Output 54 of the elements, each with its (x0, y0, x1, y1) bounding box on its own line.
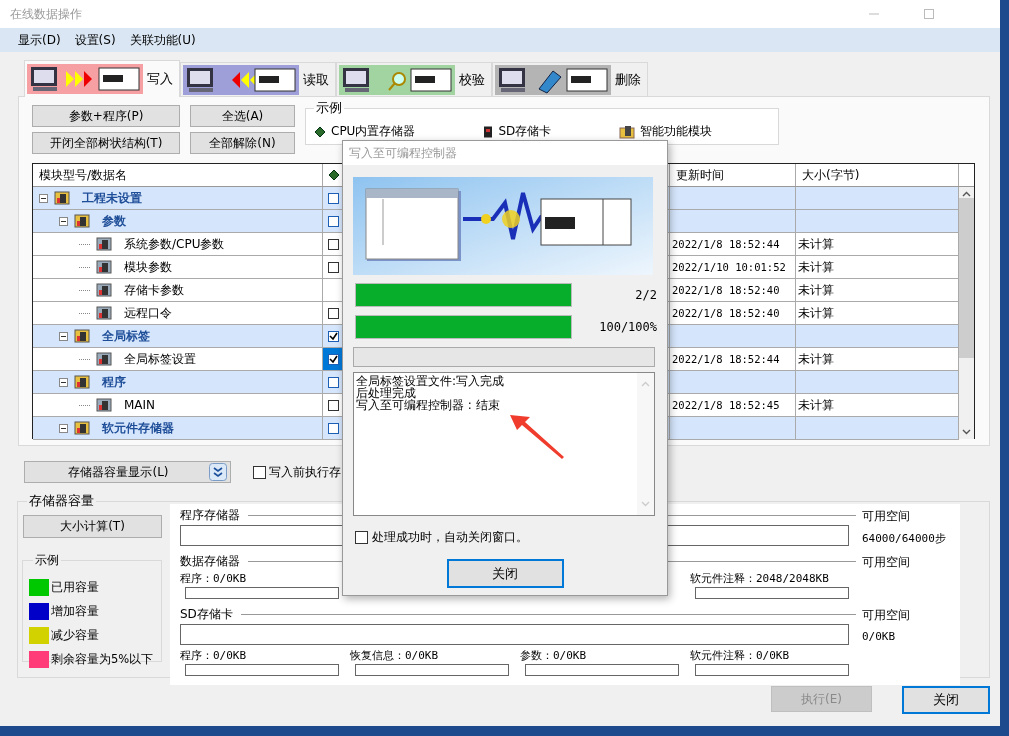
capacity-label: 参数：0/0KB (520, 649, 587, 662)
capacity-label: 恢复信息：0/0KB (350, 649, 439, 662)
capacity-label: 软元件注释：2048/2048KB (690, 572, 829, 585)
row-label: 工程未设置 (82, 189, 142, 207)
group-title: 存储器容量 (28, 492, 95, 510)
row-label: 参数 (102, 212, 126, 230)
row-label: MAIN (124, 398, 156, 412)
section-title: 数据存储器 (180, 552, 240, 570)
free-space-label: 可用空间 (862, 554, 911, 571)
free-space-label: 可用空间 (862, 607, 911, 624)
legend-label: SD存储卡 (498, 123, 552, 140)
update-time: 2022/1/8 18:52:40 (672, 307, 780, 319)
size-value: 未计算 (798, 258, 834, 276)
dialog-title: 写入至可编程控制器 (349, 144, 457, 162)
update-time: 2022/1/8 18:52:40 (672, 284, 780, 296)
log-line: 写入至可编程控制器 : 结束 (356, 399, 501, 411)
row-label: 程序 (102, 373, 126, 391)
section-title: 程序存储器 (180, 506, 240, 524)
size-value: 未计算 (798, 396, 834, 414)
row-label: 模块参数 (124, 258, 172, 276)
row-label: 全局标签设置 (124, 350, 196, 368)
log-line: 全局标签设置文件:写入完成 (356, 375, 506, 387)
capacity-label: 程序：0/0KB (180, 572, 247, 585)
legend-title: 示例 (315, 99, 343, 117)
legend-label: 增加容量 (51, 603, 99, 619)
legend-label: 已用容量 (51, 579, 99, 595)
size-value: 未计算 (798, 350, 834, 368)
row-label: 全局标签 (102, 327, 150, 345)
size-value: 未计算 (798, 235, 834, 253)
legend-label: 剩余容量为5%以下 (51, 651, 154, 667)
capacity-label: 程序：0/0KB (180, 649, 247, 662)
row-label: 存储卡参数 (124, 281, 184, 299)
size-value: 未计算 (798, 304, 834, 322)
checkbox-label: 写入前执行存 (269, 463, 341, 481)
progress-reading: 2/2 (634, 288, 657, 302)
legend-label: 减少容量 (51, 627, 99, 643)
update-time: 2022/1/8 18:52:44 (672, 238, 780, 250)
legend-title: 示例 (34, 552, 60, 569)
legend-label: 智能功能模块 (640, 123, 713, 140)
checkbox-label: 处理成功时，自动关闭窗口。 (372, 529, 528, 546)
free-space-value: 0/0KB (862, 630, 897, 643)
legend-label: CPU内置存储器 (331, 123, 416, 140)
row-label: 软元件存储器 (102, 419, 174, 437)
size-value: 未计算 (798, 281, 834, 299)
section-title: SD存储卡 (180, 605, 233, 623)
window-title: 在线数据操作 (10, 5, 82, 23)
update-time: 2022/1/10 10:01:52 (672, 261, 786, 273)
row-label: 远程口令 (124, 304, 172, 322)
update-time: 2022/1/8 18:52:45 (672, 399, 780, 411)
free-space-label: 可用空间 (862, 508, 911, 525)
row-label: 系统参数/CPU参数 (124, 235, 225, 253)
free-space-value: 64000/64000步 (862, 531, 947, 546)
capacity-label: 软元件注释：0/0KB (690, 649, 790, 662)
update-time: 2022/1/8 18:52:44 (672, 353, 780, 365)
